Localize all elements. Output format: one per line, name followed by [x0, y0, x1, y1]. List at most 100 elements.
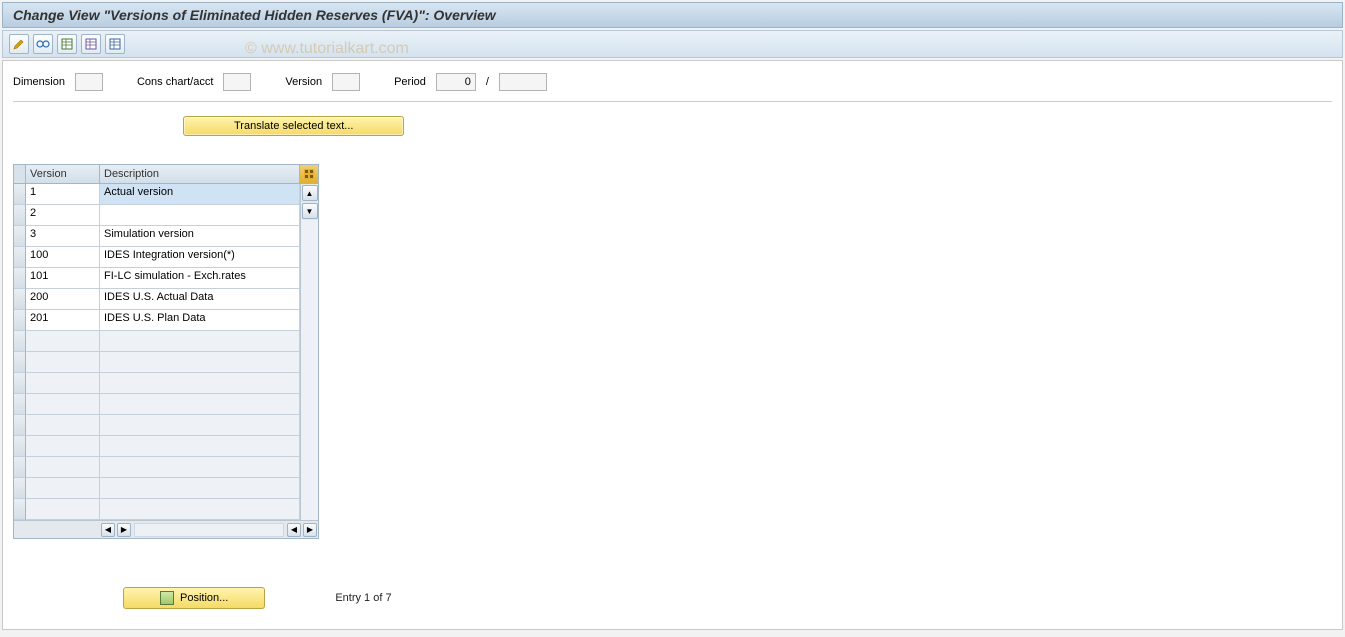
version-label: Version	[285, 76, 322, 88]
cell-version[interactable]: 101	[26, 268, 100, 289]
cons-chart-input[interactable]	[223, 73, 251, 91]
hscroll-left2-icon[interactable]: ◀	[287, 523, 301, 537]
cell-description[interactable]: Actual version	[100, 184, 300, 205]
cell-version[interactable]	[26, 373, 100, 394]
translate-button[interactable]: Translate selected text...	[183, 116, 404, 136]
row-selector[interactable]	[14, 310, 26, 331]
pencil-icon[interactable]	[9, 34, 29, 54]
table-save-icon[interactable]	[81, 34, 101, 54]
vertical-scrollbar[interactable]: ▲ ▼	[300, 184, 318, 520]
row-selector[interactable]	[14, 499, 26, 520]
scroll-up-icon[interactable]: ▲	[302, 185, 318, 201]
cell-description[interactable]	[100, 415, 300, 436]
hscroll-right2-icon[interactable]: ▶	[303, 523, 317, 537]
period-input-1[interactable]	[436, 73, 476, 91]
cell-description[interactable]	[100, 436, 300, 457]
entry-counter: Entry 1 of 7	[335, 592, 391, 604]
row-selector[interactable]	[14, 226, 26, 247]
cell-version[interactable]: 2	[26, 205, 100, 226]
row-selector[interactable]	[14, 373, 26, 394]
column-version[interactable]: Version	[26, 165, 100, 183]
table-row[interactable]	[14, 499, 300, 520]
cell-version[interactable]: 3	[26, 226, 100, 247]
table-icon[interactable]	[57, 34, 77, 54]
select-all-handle[interactable]	[14, 165, 26, 183]
scroll-down-icon[interactable]: ▼	[302, 203, 318, 219]
table-row[interactable]	[14, 352, 300, 373]
table-row[interactable]: 2	[14, 205, 300, 226]
cell-description[interactable]	[100, 352, 300, 373]
cell-description[interactable]	[100, 205, 300, 226]
table-row[interactable]	[14, 331, 300, 352]
row-selector[interactable]	[14, 205, 26, 226]
row-selector[interactable]	[14, 289, 26, 310]
table-row[interactable]: 1Actual version	[14, 184, 300, 205]
table-row[interactable]	[14, 478, 300, 499]
cell-version[interactable]: 201	[26, 310, 100, 331]
cell-description[interactable]	[100, 499, 300, 520]
cell-version[interactable]	[26, 394, 100, 415]
row-selector[interactable]	[14, 184, 26, 205]
watermark-text: © www.tutorialkart.com	[245, 40, 409, 58]
table-row[interactable]	[14, 373, 300, 394]
cons-chart-label: Cons chart/acct	[137, 76, 213, 88]
cell-version[interactable]	[26, 436, 100, 457]
cell-description[interactable]: IDES U.S. Actual Data	[100, 289, 300, 310]
table-configure-icon[interactable]	[300, 165, 318, 183]
cell-description[interactable]	[100, 457, 300, 478]
cell-description[interactable]: IDES Integration version(*)	[100, 247, 300, 268]
cell-description[interactable]: FI-LC simulation - Exch.rates	[100, 268, 300, 289]
table-row[interactable]	[14, 436, 300, 457]
cell-version[interactable]: 100	[26, 247, 100, 268]
row-selector[interactable]	[14, 415, 26, 436]
cell-description[interactable]	[100, 394, 300, 415]
table-row[interactable]	[14, 415, 300, 436]
cell-version[interactable]: 1	[26, 184, 100, 205]
table-row[interactable]: 101FI-LC simulation - Exch.rates	[14, 268, 300, 289]
row-selector[interactable]	[14, 394, 26, 415]
cell-version[interactable]	[26, 499, 100, 520]
table-row[interactable]: 3Simulation version	[14, 226, 300, 247]
table-header: Version Description	[14, 165, 318, 184]
page-title: Change View "Versions of Eliminated Hidd…	[2, 2, 1343, 28]
column-description[interactable]: Description	[100, 165, 300, 183]
dimension-input[interactable]	[75, 73, 103, 91]
period-input-2[interactable]	[499, 73, 547, 91]
cell-description[interactable]	[100, 373, 300, 394]
version-input[interactable]	[332, 73, 360, 91]
table-row[interactable]	[14, 457, 300, 478]
scroll-track[interactable]	[301, 220, 318, 520]
cell-description[interactable]	[100, 331, 300, 352]
cell-description[interactable]	[100, 478, 300, 499]
row-selector[interactable]	[14, 352, 26, 373]
header-fields: Dimension Cons chart/acct Version Period…	[13, 71, 1332, 102]
position-icon	[160, 591, 174, 605]
row-selector[interactable]	[14, 268, 26, 289]
cell-description[interactable]: Simulation version	[100, 226, 300, 247]
glasses-icon[interactable]	[33, 34, 53, 54]
row-selector[interactable]	[14, 331, 26, 352]
hscroll-track[interactable]	[134, 523, 284, 537]
cell-version[interactable]	[26, 478, 100, 499]
cell-version[interactable]: 200	[26, 289, 100, 310]
hscroll-right-icon[interactable]: ▶	[117, 523, 131, 537]
horizontal-scrollbar[interactable]: ◀ ▶ ◀ ▶	[14, 520, 318, 538]
row-selector[interactable]	[14, 436, 26, 457]
table-settings-icon[interactable]	[105, 34, 125, 54]
table-row[interactable]: 201IDES U.S. Plan Data	[14, 310, 300, 331]
table-row[interactable]	[14, 394, 300, 415]
row-selector[interactable]	[14, 478, 26, 499]
cell-version[interactable]	[26, 415, 100, 436]
table-row[interactable]: 200IDES U.S. Actual Data	[14, 289, 300, 310]
cell-version[interactable]	[26, 457, 100, 478]
table-row[interactable]: 100IDES Integration version(*)	[14, 247, 300, 268]
row-selector[interactable]	[14, 457, 26, 478]
dimension-label: Dimension	[13, 76, 65, 88]
cell-version[interactable]	[26, 352, 100, 373]
position-button[interactable]: Position...	[123, 587, 265, 609]
row-selector[interactable]	[14, 247, 26, 268]
cell-description[interactable]: IDES U.S. Plan Data	[100, 310, 300, 331]
cell-version[interactable]	[26, 331, 100, 352]
hscroll-left-icon[interactable]: ◀	[101, 523, 115, 537]
period-separator: /	[486, 76, 489, 88]
